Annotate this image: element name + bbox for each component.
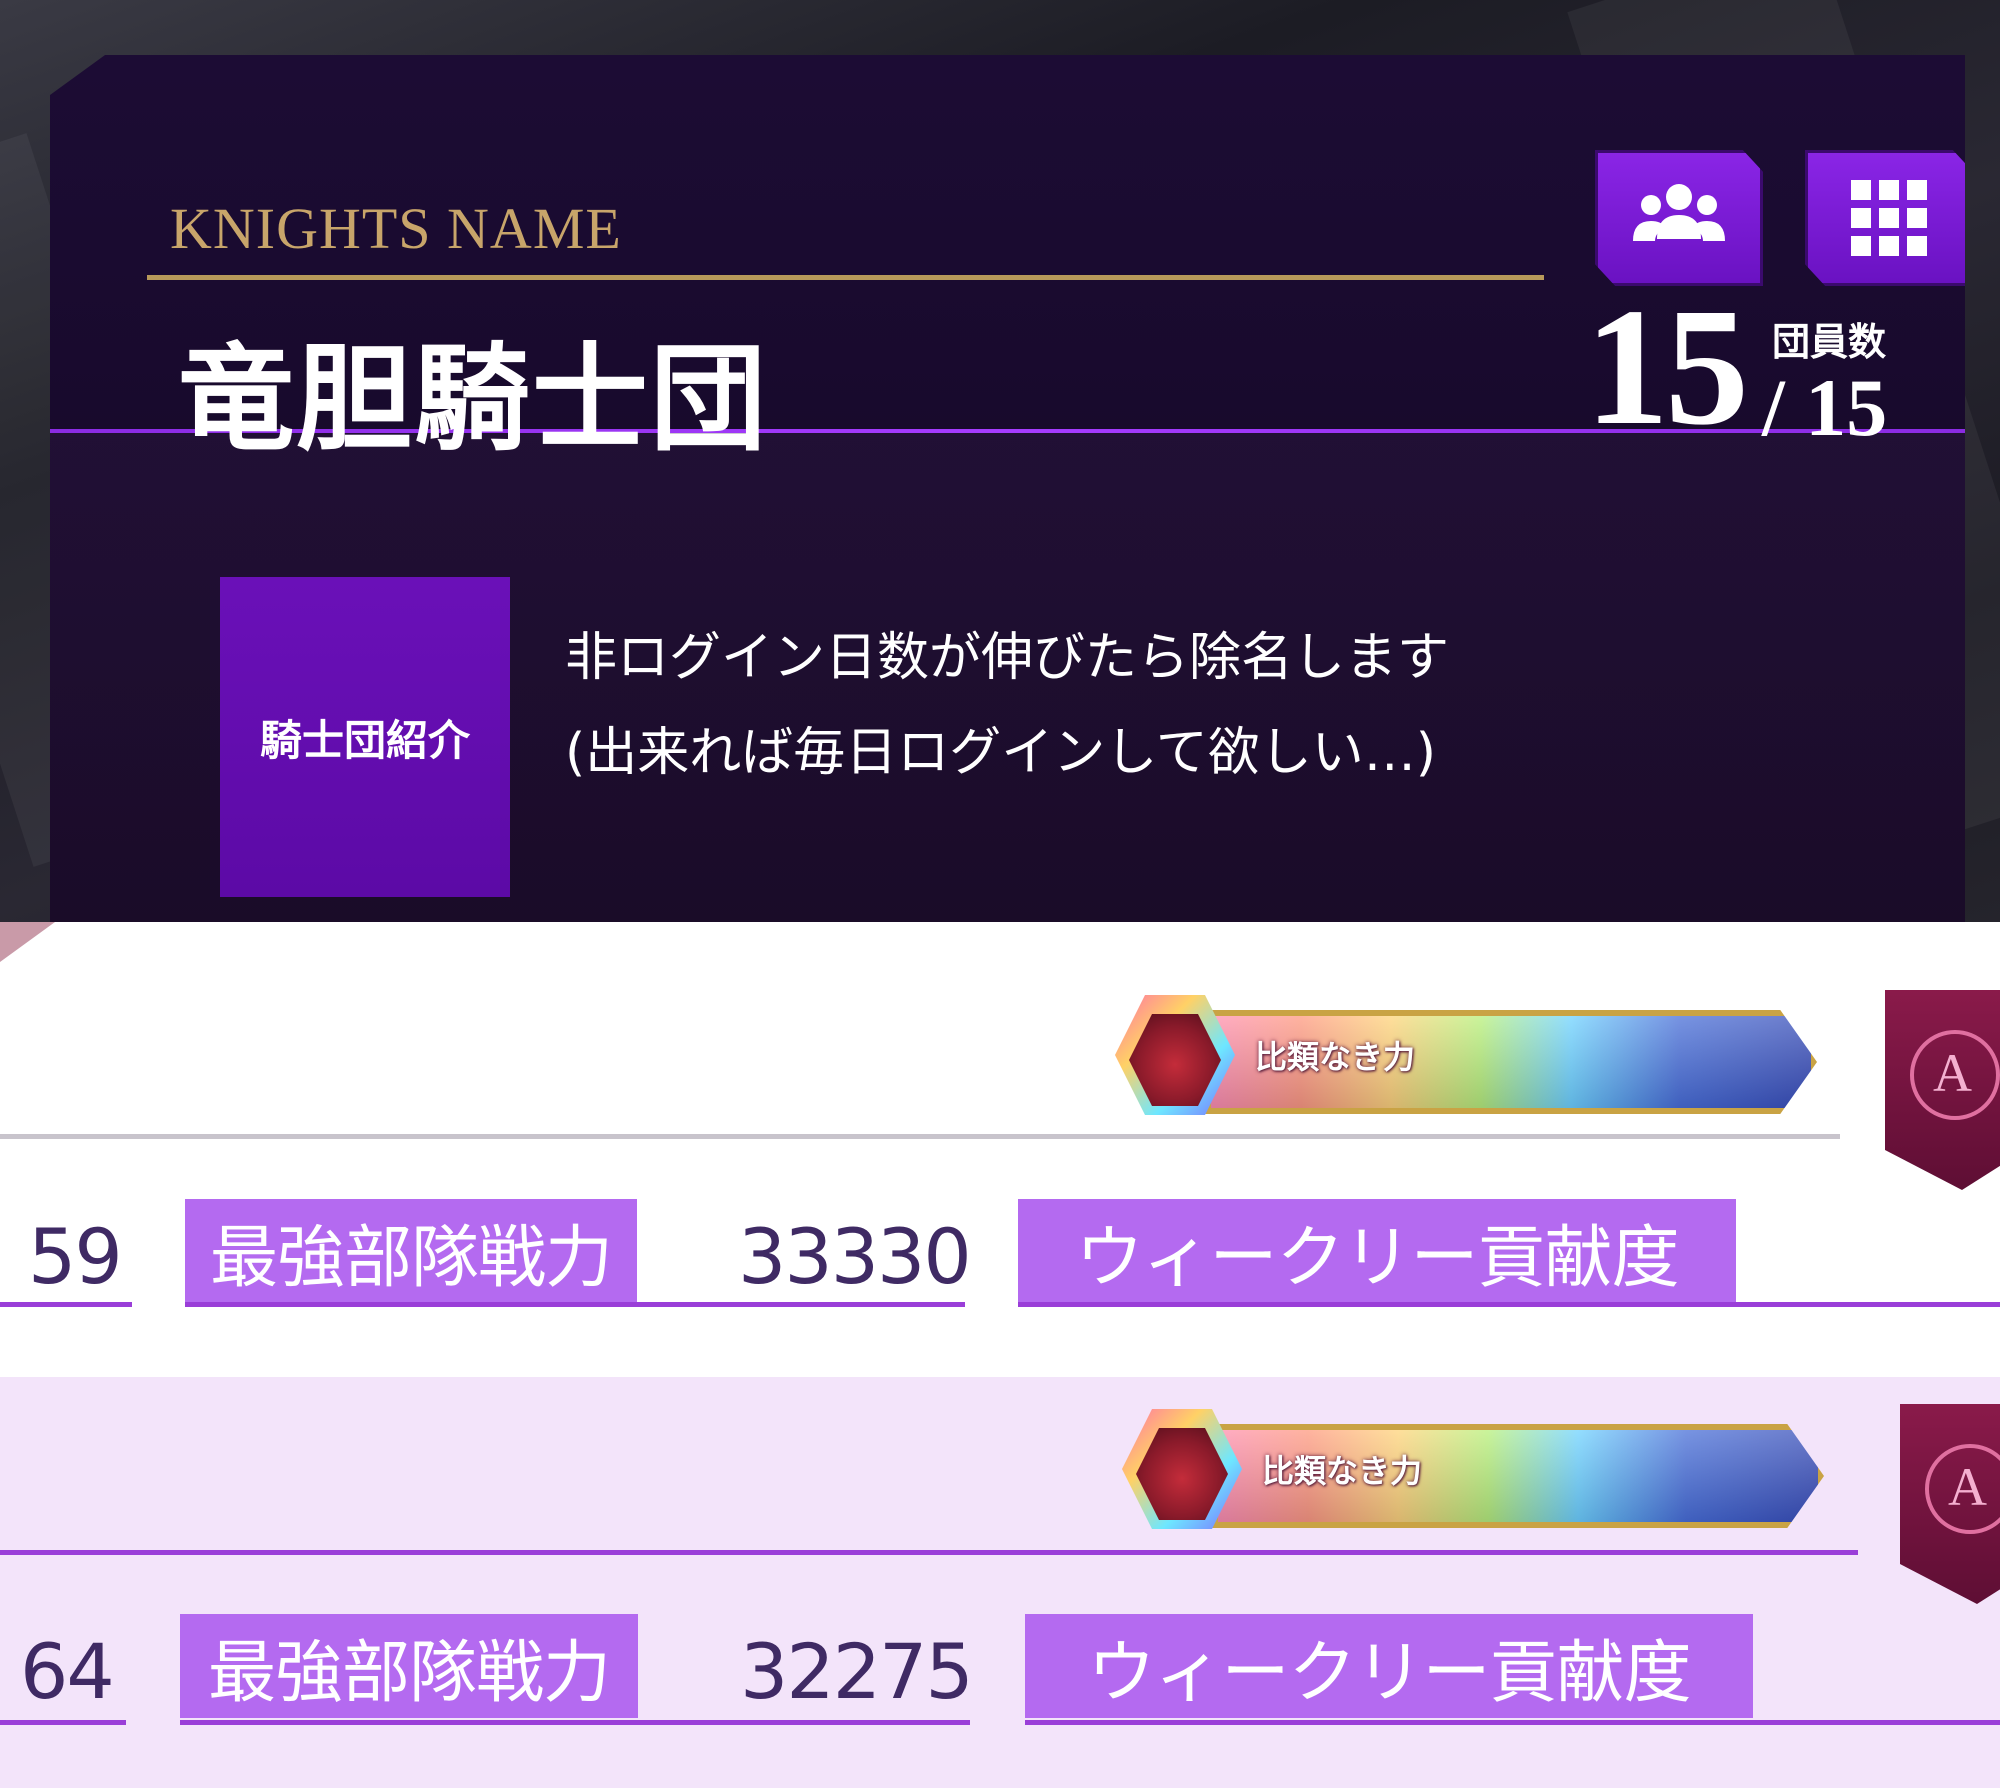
knights-card: KNIGHTS NAME 竜胆騎士団 15 団員数 / 15 騎士団紹介 非ログ… bbox=[50, 55, 1965, 922]
title-badge[interactable]: 比類なき力 bbox=[1115, 990, 1835, 1120]
row-divider bbox=[0, 1550, 1858, 1555]
member-max: / 15 bbox=[1762, 362, 1888, 453]
title-badge-crest-icon bbox=[1136, 1428, 1228, 1520]
title-badge-crest-icon bbox=[1129, 1014, 1221, 1106]
weekly-underline bbox=[1018, 1302, 2000, 1307]
power-label-tag: 最強部隊戦力 bbox=[180, 1614, 638, 1718]
power-underline bbox=[180, 1720, 970, 1725]
member-left-value: 64 bbox=[20, 1627, 115, 1716]
intro-text-line: 非ログイン日数が伸びたら除名します bbox=[565, 628, 1450, 688]
rank-emblem[interactable]: A bbox=[1885, 990, 2000, 1190]
grid-menu-button[interactable] bbox=[1805, 150, 1965, 286]
members-button[interactable] bbox=[1595, 150, 1763, 286]
grid-menu-icon bbox=[1851, 180, 1927, 256]
intro-text-line: (出来れば毎日ログインして欲しい…) bbox=[565, 723, 1437, 783]
title-badge-label: 比類なき力 bbox=[1255, 1038, 1416, 1076]
value-underline bbox=[0, 1720, 126, 1725]
member-list: 比類なき力 A 59 最強部隊戦力 33330 ウィークリー貢献度 比類なき力 … bbox=[0, 922, 2000, 1788]
knights-info-panel: KNIGHTS NAME 竜胆騎士団 15 団員数 / 15 騎士団紹介 非ログ… bbox=[0, 0, 2000, 922]
power-value: 32275 bbox=[740, 1627, 974, 1716]
title-badge[interactable]: 比類なき力 bbox=[1122, 1404, 1842, 1534]
rank-emblem-letter: A bbox=[1933, 1043, 1972, 1103]
corner-decoration bbox=[0, 922, 55, 962]
weekly-label-tag: ウィークリー貢献度 bbox=[1025, 1614, 1753, 1718]
member-count-label: 団員数 bbox=[1772, 319, 1887, 364]
knights-name: 竜胆騎士団 bbox=[178, 331, 768, 467]
row-divider bbox=[0, 1134, 1840, 1139]
power-label-tag: 最強部隊戦力 bbox=[185, 1199, 637, 1303]
weekly-underline bbox=[1025, 1720, 2000, 1725]
section-label: KNIGHTS NAME bbox=[170, 196, 622, 261]
weekly-label-tag: ウィークリー貢献度 bbox=[1018, 1199, 1736, 1303]
member-count: 15 bbox=[1585, 274, 1749, 460]
member-left-value: 59 bbox=[28, 1212, 123, 1301]
power-underline bbox=[185, 1302, 965, 1307]
intro-label: 騎士団紹介 bbox=[259, 715, 470, 765]
gold-divider bbox=[147, 275, 1544, 280]
intro-label-box: 騎士団紹介 bbox=[220, 577, 510, 897]
title-badge-label: 比類なき力 bbox=[1262, 1452, 1423, 1490]
power-value: 33330 bbox=[738, 1212, 972, 1301]
value-underline bbox=[0, 1302, 132, 1307]
members-icon bbox=[1633, 184, 1725, 241]
rank-emblem-letter: A bbox=[1948, 1457, 1987, 1517]
